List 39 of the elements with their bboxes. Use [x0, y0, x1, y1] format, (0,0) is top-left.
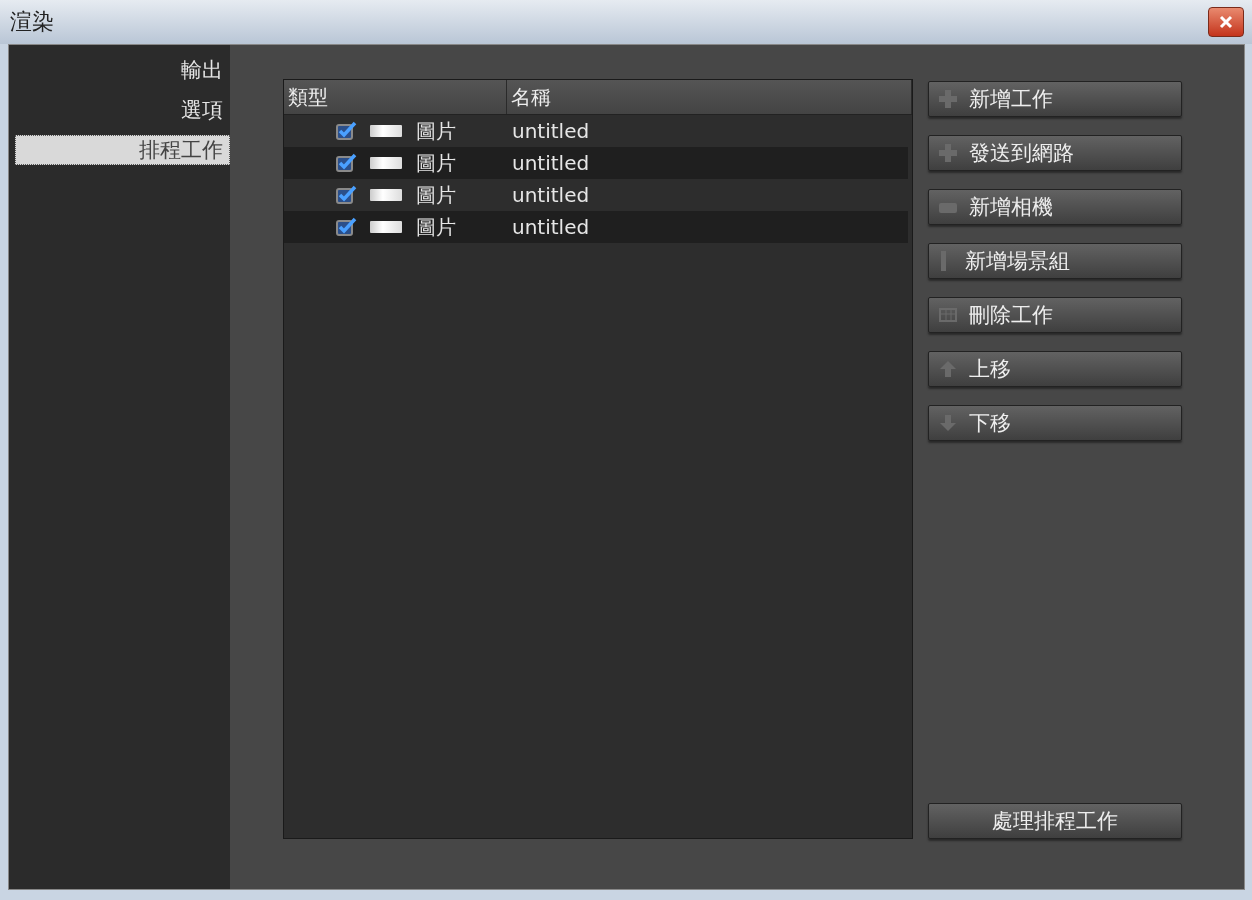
image-thumbnail-icon	[370, 157, 402, 169]
table-row[interactable]: 圖片 untitled	[284, 179, 908, 211]
bar-icon	[941, 251, 946, 271]
process-jobs-button[interactable]: 處理排程工作	[928, 803, 1182, 839]
sidebar-item[interactable]: 輸出	[15, 55, 230, 85]
sidebar-item[interactable]: 排程工作	[15, 135, 230, 165]
table-row[interactable]: 圖片 untitled	[284, 147, 908, 179]
action-button[interactable]: 新增工作	[928, 81, 1182, 117]
checkbox[interactable]	[336, 185, 358, 205]
action-button[interactable]: 新增相機	[928, 189, 1182, 225]
close-icon	[1218, 15, 1234, 29]
table-cell-text: untitled	[511, 151, 590, 175]
table-cell: 圖片	[416, 117, 456, 145]
checkbox[interactable]	[336, 153, 358, 173]
plus-icon	[937, 88, 959, 110]
image-thumbnail-icon	[370, 189, 402, 201]
action-button[interactable]: 刪除工作	[928, 297, 1182, 333]
checkbox[interactable]	[336, 217, 358, 237]
table-cell-text: untitled	[511, 183, 590, 207]
column-header[interactable]: 類型	[284, 80, 507, 114]
column-header[interactable]: 名稱	[507, 80, 912, 114]
image-thumbnail-icon	[370, 125, 402, 137]
checkbox[interactable]	[336, 121, 358, 141]
action-button[interactable]: 新增場景組	[928, 243, 1182, 279]
action-button[interactable]: 發送到網路	[928, 135, 1182, 171]
table-row[interactable]: 圖片 untitled	[284, 211, 908, 243]
plus-icon	[937, 142, 959, 164]
table-cell: 圖片	[416, 213, 456, 241]
table-cell: 圖片	[416, 149, 456, 177]
close-button[interactable]	[1208, 7, 1244, 37]
sidebar-item[interactable]: 選項	[15, 95, 230, 125]
table-cell-text: untitled	[511, 215, 590, 239]
window-title: 渲染	[10, 8, 54, 36]
action-button[interactable]: 下移	[928, 405, 1182, 441]
image-thumbnail-icon	[370, 221, 402, 233]
action-button[interactable]: 上移	[928, 351, 1182, 387]
table-cell-text: untitled	[511, 119, 590, 143]
table-row[interactable]: 圖片 untitled	[284, 115, 908, 147]
table-cell: 圖片	[416, 181, 456, 209]
